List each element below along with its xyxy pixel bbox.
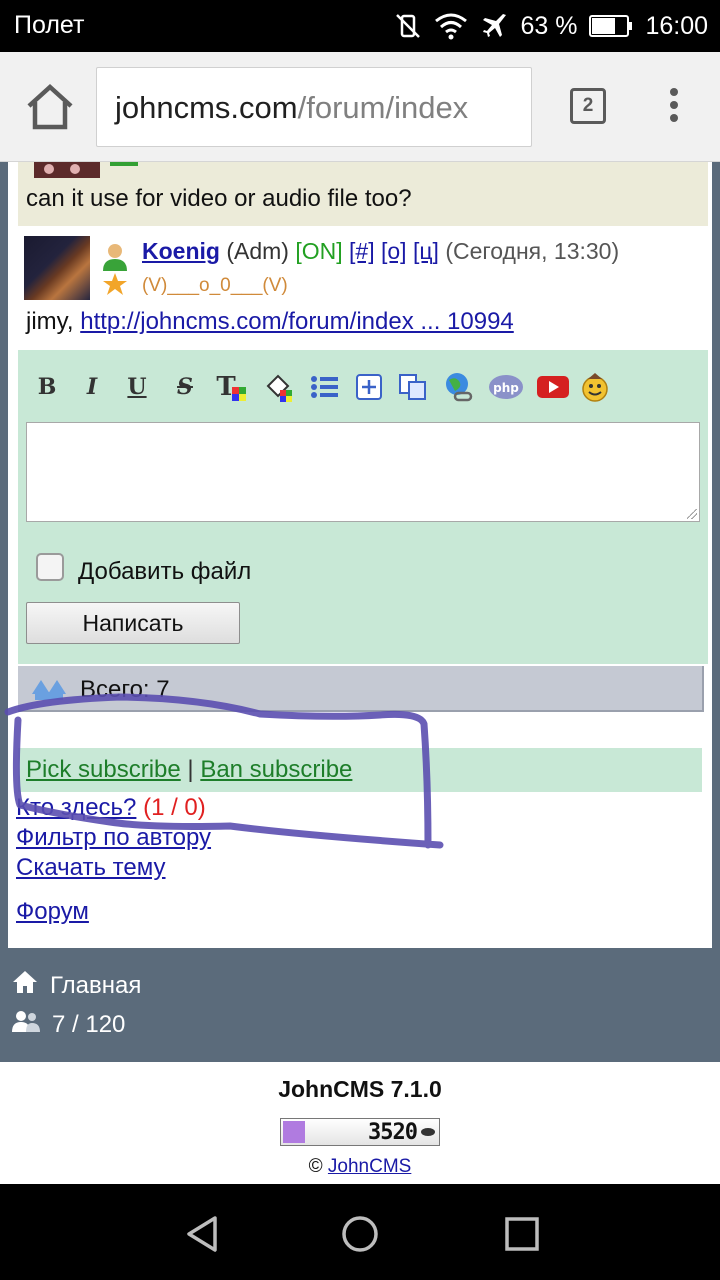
message-textarea[interactable] [26,422,700,522]
ban-subscribe-link[interactable]: Ban subscribe [200,756,352,783]
avatar[interactable] [34,162,100,178]
reply-link[interactable]: [о] [381,238,407,264]
subscribe-bar: Pick subscribe | Ban subscribe [18,748,702,792]
user-status: (V)___o_0___(V) [142,275,288,296]
eye-icon [421,1128,435,1136]
filter-row: Фильтр по автору [16,824,211,852]
author-link[interactable]: Koenig [142,238,220,264]
counter-value: 3520 [368,1120,418,1145]
italic-label: I [86,374,98,400]
underline-icon[interactable]: U [120,370,154,404]
who-here-count: (1 / 0) [143,794,206,821]
url-icon[interactable] [442,370,476,404]
vibrate-off-icon [394,12,422,40]
post-time: (Сегодня, 13:30) [445,238,620,264]
back-icon[interactable] [182,1214,222,1254]
copyright: © JohnCMS [0,1156,720,1178]
home-icon[interactable] [24,82,76,132]
post-permalink[interactable]: [#] [349,238,375,264]
carrier-label: Полет [14,11,85,39]
post-link[interactable]: http://johncms.com/forum/index ... 10994 [80,308,514,335]
url-host: johncms.com [115,90,298,125]
home-icon [12,970,38,1001]
url-bar[interactable]: johncms.com/forum/index [96,67,532,147]
system-nav-bar [0,1184,720,1280]
strikethrough-icon[interactable]: S [168,370,202,404]
text-color-icon[interactable]: T [214,370,248,404]
quote-link[interactable]: [ц] [413,238,439,264]
forum-row: Форум [16,898,89,926]
battery-percent: 63 % [520,11,578,40]
smiley-icon[interactable] [578,370,612,404]
browser-toolbar: johncms.com/forum/index 2 [0,52,720,162]
pick-subscribe-link[interactable]: Pick subscribe [26,756,181,783]
wifi-icon [434,12,468,40]
post-header: Koenig (Adm) [ON] [#] [о] [ц] (Сегодня, … [142,238,619,265]
airplane-icon [480,12,508,40]
home-nav-row[interactable]: Главная [12,970,141,1001]
users-icon [12,1010,40,1039]
who-here-row: Кто здесь? (1 / 0) [16,794,206,822]
submit-button[interactable]: Написать [26,602,240,644]
post-text-prefix: jimy, [26,308,74,335]
visit-counter[interactable]: 3520 [280,1118,440,1146]
list-icon[interactable] [308,370,342,404]
overflow-menu-icon[interactable] [664,88,684,128]
youtube-icon[interactable] [536,370,570,404]
avatar[interactable] [24,236,90,300]
quote-icon[interactable] [396,370,430,404]
copyright-symbol: © [308,1156,323,1177]
tab-switcher-button[interactable]: 2 [570,88,606,124]
download-row: Скачать тему [16,854,166,882]
spoiler-icon[interactable] [352,370,386,404]
total-bar: Всего: 7 [18,666,704,712]
site-footer: JohnCMS 7.1.0 3520 © JohnCMS [0,1062,720,1184]
recents-icon[interactable] [502,1214,542,1254]
counter-signal-icon [283,1121,305,1143]
download-topic-link[interactable]: Скачать тему [16,854,166,881]
reply-form: B I U S T php Добавить файл Написать [18,350,708,664]
bold-label: B [37,374,57,400]
footer-nav: Главная 7 / 120 [0,948,720,1060]
users-online-count: 7 / 120 [52,1010,126,1038]
background-color-icon[interactable] [262,370,296,404]
forum-post: can it use for video or audio file too? [18,162,708,226]
home-circle-icon[interactable] [340,1214,380,1254]
star-icon [102,272,128,296]
johncms-link[interactable]: JohnCMS [328,1156,411,1177]
online-indicator-icon [110,162,138,166]
php-label: php [493,381,519,395]
home-link[interactable]: Главная [50,972,141,1000]
arrows-up-icon [30,676,70,702]
attach-file-checkbox[interactable] [36,553,64,581]
battery-icon [589,14,633,38]
underline-label: U [127,374,147,400]
php-code-icon[interactable]: php [486,370,526,404]
strikethrough-label: S [177,374,193,400]
forum-post: Koenig (Adm) [ON] [#] [о] [ц] (Сегодня, … [18,232,708,340]
page-content: can it use for video or audio file too? … [8,162,712,948]
user-online-icon [100,242,130,272]
online-status: [ON] [295,238,343,264]
author-role: (Adm) [226,238,289,264]
clock: 16:00 [645,11,708,40]
bold-icon[interactable]: B [30,370,64,404]
url-path: /forum/index [297,90,469,125]
subscribe-separator: | [187,756,194,783]
status-bar: Полет 63 % 16:00 [0,0,720,52]
attach-file-label: Добавить файл [78,558,252,585]
total-count: Всего: 7 [80,676,170,703]
filter-by-author-link[interactable]: Фильтр по автору [16,824,211,851]
forum-link[interactable]: Форум [16,898,89,925]
italic-icon[interactable]: I [75,370,109,404]
users-online-row[interactable]: 7 / 120 [12,1010,125,1039]
post-text: jimy, http://johncms.com/forum/index ...… [26,308,514,336]
who-here-link[interactable]: Кто здесь? [16,794,136,821]
cms-version: JohnCMS 7.1.0 [278,1076,442,1102]
post-text: can it use for video or audio file too? [26,185,412,212]
